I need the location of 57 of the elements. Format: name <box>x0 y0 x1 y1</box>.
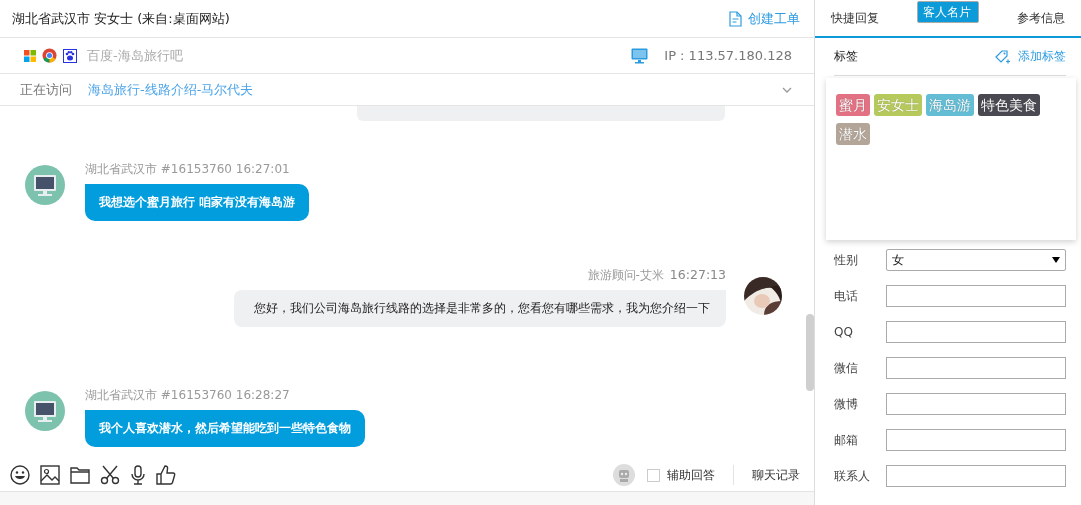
tag[interactable]: 潜水 <box>836 123 870 145</box>
robot-icon <box>613 464 635 486</box>
message-meta: 湖北省武汉市 #16153760 16:28:27 <box>85 387 290 404</box>
message-bubble: 我个人喜欢潜水，然后希望能吃到一些特色食物 <box>85 410 365 447</box>
browser-icon <box>42 48 57 63</box>
text-field[interactable] <box>886 429 1066 451</box>
field-label: 微信 <box>834 359 859 377</box>
tag-add-icon[interactable] <box>994 48 1010 65</box>
computer-avatar-icon <box>25 165 65 205</box>
tag[interactable]: 安女士 <box>874 94 922 116</box>
message-bubble: 您好，我们公司海岛旅行线路的选择是非常多的，您看您有哪些需求，我为您介绍一下 <box>234 290 726 327</box>
agent-name: 旅游顾问-艾米 <box>587 267 664 284</box>
message-time: 16:27:13 <box>669 267 726 282</box>
field-label: 性别 <box>834 251 859 269</box>
visiting-page-link[interactable]: 海岛旅行-线路介绍-马尔代夫 <box>88 80 254 99</box>
source-site: 百度-海岛旅行吧 <box>87 46 183 65</box>
text-field[interactable] <box>886 285 1066 307</box>
dropdown-arrow-icon <box>1052 257 1060 263</box>
gender-select[interactable]: 女 <box>886 249 1066 271</box>
message-bubble: 我想选个蜜月旅行 咱家有没有海岛游 <box>85 184 310 221</box>
paw-icon <box>63 48 77 63</box>
assist-checkbox[interactable] <box>647 468 660 482</box>
image-icon[interactable] <box>40 465 60 485</box>
smiley-icon[interactable] <box>10 465 30 485</box>
monitor-icon <box>631 47 649 64</box>
folder-icon[interactable] <box>70 466 90 484</box>
tag[interactable]: 海岛游 <box>926 94 974 116</box>
computer-avatar-icon <box>25 391 65 431</box>
visitor-title: 湖北省武汉市 安女士 (来自:桌面网站) <box>12 9 230 28</box>
scissors-icon[interactable] <box>100 465 120 485</box>
field-label: 微博 <box>834 395 859 413</box>
field-label: 邮箱 <box>834 431 859 449</box>
tag[interactable]: 蜜月 <box>836 94 870 116</box>
text-field[interactable] <box>886 357 1066 379</box>
chat-history-link[interactable]: 聊天记录 <box>752 466 800 484</box>
thumbs-up-icon[interactable] <box>156 465 176 485</box>
create-ticket-link[interactable]: 创建工单 <box>729 9 800 28</box>
field-label: 联系人 <box>834 467 871 485</box>
add-tag-link[interactable]: 添加标签 <box>1018 48 1066 65</box>
tags-title: 标签 <box>834 48 858 65</box>
field-label: QQ <box>834 325 854 339</box>
text-field[interactable] <box>886 321 1066 343</box>
text-field[interactable] <box>886 393 1066 415</box>
message-meta: 湖北省武汉市 #16153760 16:27:01 <box>85 161 290 178</box>
assist-label: 辅助回答 <box>667 466 715 484</box>
microphone-icon[interactable] <box>130 465 146 485</box>
field-label: 电话 <box>834 287 859 305</box>
ip-address: IP : 113.57.180.128 <box>664 48 792 63</box>
visiting-label: 正在访问 <box>20 80 72 99</box>
text-field[interactable] <box>886 465 1066 487</box>
scrollbar-thumb[interactable] <box>806 314 814 391</box>
chevron-down-icon[interactable] <box>782 86 792 93</box>
tag[interactable]: 特色美食 <box>978 94 1040 116</box>
tab[interactable]: 客人名片 <box>917 1 979 23</box>
document-icon <box>729 10 742 27</box>
message-input[interactable] <box>0 492 814 505</box>
windows-icon <box>24 49 36 62</box>
